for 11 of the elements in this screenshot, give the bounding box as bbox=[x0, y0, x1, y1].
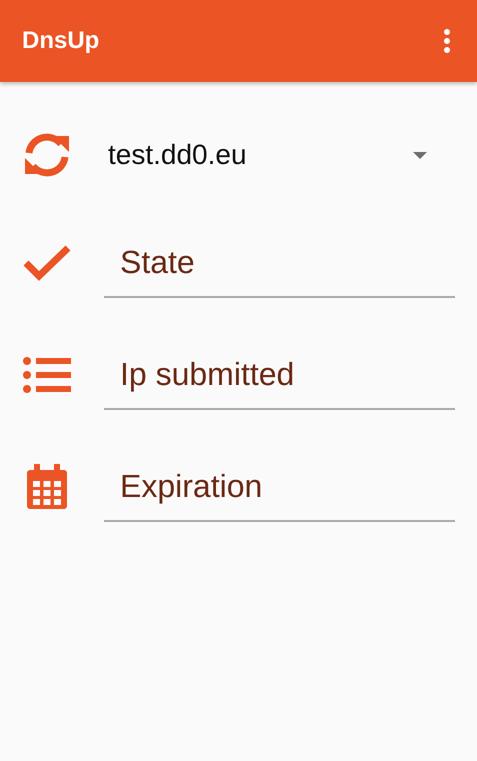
calendar-icon bbox=[25, 464, 69, 510]
input-field[interactable]: Ip submitted bbox=[104, 340, 455, 410]
input-field[interactable]: Expiration bbox=[104, 452, 455, 522]
refresh-icon bbox=[23, 132, 71, 178]
app-title: DnsUp bbox=[22, 27, 100, 55]
checkmark-icon bbox=[23, 245, 71, 281]
caret-icon bbox=[413, 152, 427, 158]
domain-dropdown[interactable]: test.dd0.eu bbox=[104, 130, 455, 180]
list-icon bbox=[23, 356, 71, 394]
overflow-menu-icon[interactable] bbox=[443, 28, 451, 54]
input-field[interactable]: State bbox=[104, 228, 455, 298]
